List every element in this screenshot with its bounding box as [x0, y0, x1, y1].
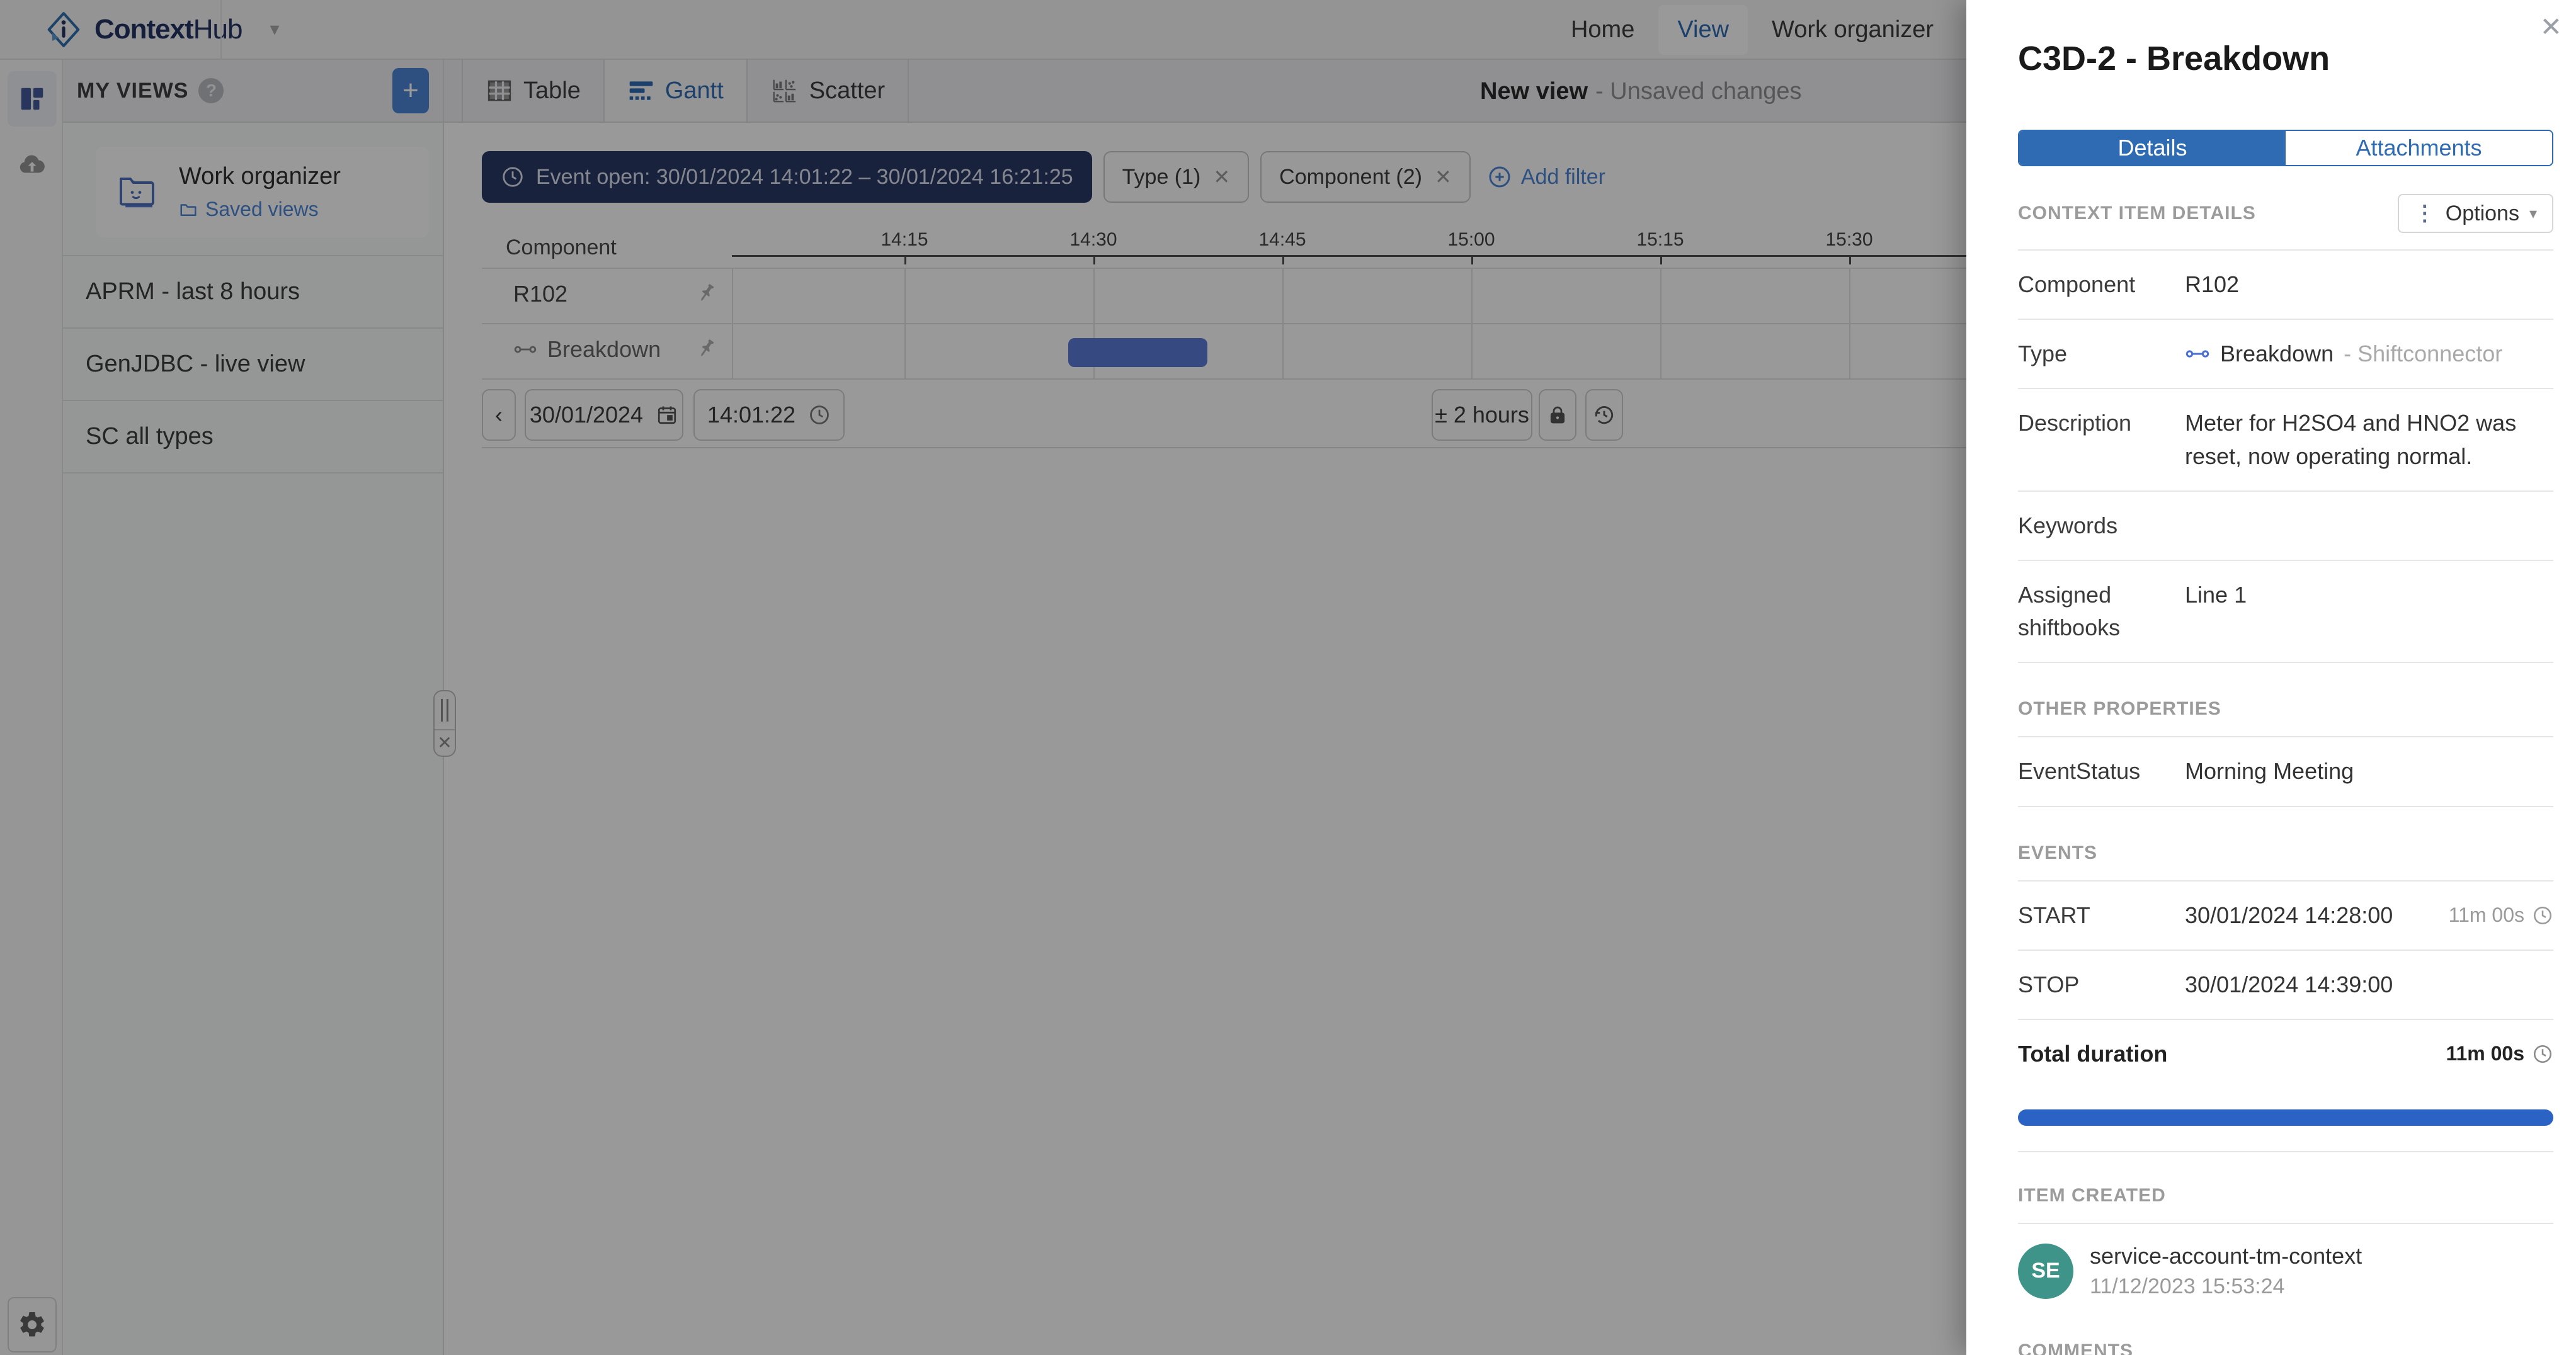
clock-icon [2532, 905, 2553, 926]
tab-details[interactable]: Details [2019, 131, 2286, 165]
created-date: 11/12/2023 15:53:24 [2090, 1274, 2362, 1299]
caret-down-icon: ▾ [2529, 205, 2537, 223]
details-panel: ✕ C3D-2 - Breakdown Details Attachments … [1966, 0, 2576, 1355]
connector-icon [2185, 341, 2210, 366]
item-created-row: SE service-account-tm-context 11/12/2023… [2018, 1224, 2553, 1322]
duration-progress-bar [2018, 1109, 2553, 1126]
field-type: Type Breakdown - Shiftconnector [2018, 320, 2553, 388]
avatar: SE [2018, 1244, 2073, 1299]
field-total-duration: Total duration 11m 00s [2018, 1020, 2553, 1088]
section-item-created: ITEM CREATED [2018, 1185, 2553, 1206]
section-comments: COMMENTS [2018, 1341, 2553, 1355]
clock-icon [2532, 1043, 2553, 1065]
kebab-menu-icon: ⋮ [2414, 201, 2436, 226]
tab-attachments[interactable]: Attachments [2286, 131, 2552, 165]
section-events: EVENTS [2018, 842, 2553, 864]
close-panel-icon[interactable]: ✕ [2540, 11, 2562, 42]
field-assigned-shiftbooks: Assigned shiftbooks Line 1 [2018, 561, 2553, 662]
field-eventstatus: EventStatus Morning Meeting [2018, 737, 2553, 805]
section-other-properties: OTHER PROPERTIES [2018, 698, 2553, 720]
field-description: Description Meter for H2SO4 and HNO2 was… [2018, 389, 2553, 490]
field-start: START 30/01/2024 14:28:00 11m 00s [2018, 882, 2553, 950]
created-by-name: service-account-tm-context [2090, 1243, 2362, 1269]
panel-tabs: Details Attachments [2018, 130, 2553, 166]
field-stop: STOP 30/01/2024 14:39:00 [2018, 951, 2553, 1019]
field-component: Component R102 [2018, 251, 2553, 319]
section-context-item-details: CONTEXT ITEM DETAILS [2018, 203, 2256, 224]
field-keywords: Keywords [2018, 492, 2553, 560]
options-button[interactable]: ⋮ Options ▾ [2398, 194, 2553, 233]
modal-overlay[interactable] [0, 0, 1966, 1355]
panel-title: C3D-2 - Breakdown [2018, 39, 2553, 78]
